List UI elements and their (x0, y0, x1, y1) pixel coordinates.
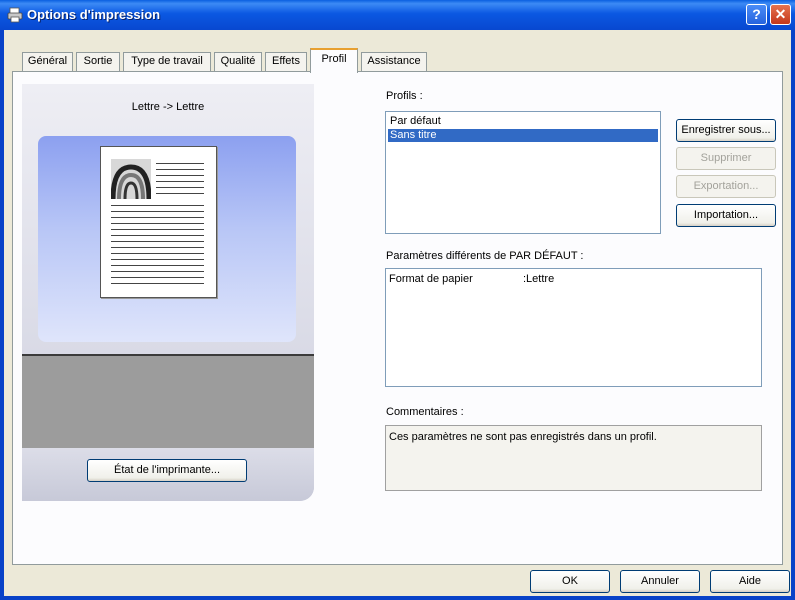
help-title-button[interactable]: ? (746, 4, 767, 25)
page-preview-icon (100, 146, 217, 298)
printer-status-button[interactable]: État de l'imprimante... (87, 459, 247, 482)
export-button[interactable]: Exportation... (676, 175, 776, 198)
help-button[interactable]: Aide (710, 570, 790, 593)
save-as-button[interactable]: Enregistrer sous... (676, 119, 776, 142)
import-button[interactable]: Importation... (676, 204, 776, 227)
preview-status-area (22, 356, 314, 448)
printer-icon (7, 7, 23, 23)
preview-caption: Lettre -> Lettre (131, 101, 205, 113)
profiles-listbox[interactable]: Par défaut Sans titre (385, 111, 661, 234)
difference-row: Format de papier (389, 273, 473, 285)
profile-item-default[interactable]: Par défaut (388, 115, 658, 128)
profile-item-untitled[interactable]: Sans titre (388, 129, 658, 142)
difference-name: Format de papier (389, 273, 473, 285)
cancel-button[interactable]: Annuler (620, 570, 700, 593)
comments-box: Ces paramètres ne sont pas enregistrés d… (385, 425, 762, 491)
window-frame-bottom (0, 596, 795, 600)
tab-general[interactable]: Général (22, 52, 73, 71)
difference-value-cell: :Lettre (523, 273, 554, 285)
window-frame-right (791, 30, 795, 600)
tab-quality[interactable]: Qualité (214, 52, 262, 71)
delete-button[interactable]: Supprimer (676, 147, 776, 170)
differences-label: Paramètres différents de PAR DÉFAUT : (386, 250, 584, 262)
profiles-label: Profils : (386, 90, 423, 102)
window-frame-left (0, 30, 4, 600)
differences-box: Format de papier :Lettre (385, 268, 762, 387)
comments-label: Commentaires : (386, 406, 464, 418)
tab-assistance[interactable]: Assistance (361, 52, 427, 71)
ok-button[interactable]: OK (530, 570, 610, 593)
tab-profile[interactable]: Profil (310, 48, 358, 73)
difference-value: :Lettre (523, 273, 555, 285)
window-title: Options d'impression (27, 7, 161, 22)
title-bar: Options d'impression ? ✕ (0, 0, 795, 30)
tab-effects[interactable]: Effets (265, 52, 307, 71)
tab-job-type[interactable]: Type de travail (123, 52, 211, 71)
image-thumbnail-icon (111, 159, 151, 199)
close-title-button[interactable]: ✕ (770, 4, 791, 25)
tab-output[interactable]: Sortie (76, 52, 120, 71)
comments-text: Ces paramètres ne sont pas enregistrés d… (389, 431, 657, 443)
